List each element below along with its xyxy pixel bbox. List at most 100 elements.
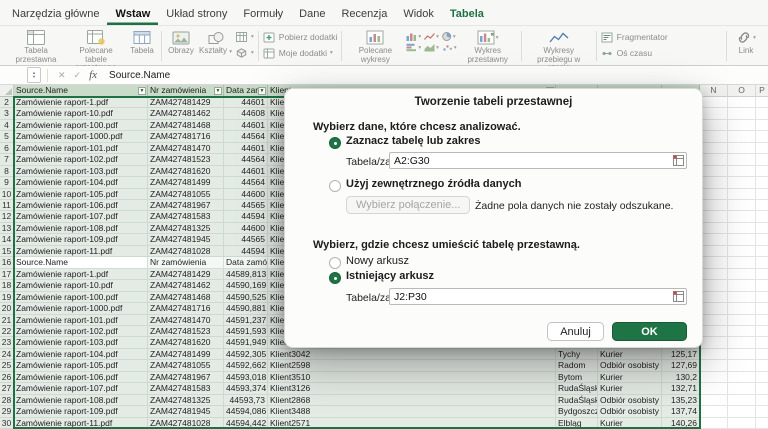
row-header[interactable]: 9 bbox=[0, 177, 14, 188]
cell[interactable] bbox=[728, 211, 756, 222]
row-header[interactable]: 13 bbox=[0, 223, 14, 234]
row-header[interactable]: 24 bbox=[0, 349, 14, 360]
cell[interactable]: Data zamówi bbox=[224, 257, 268, 268]
row-header[interactable]: 5 bbox=[0, 131, 14, 142]
cell[interactable] bbox=[728, 326, 756, 337]
choose-connection-button[interactable]: Wybierz połączenie... bbox=[346, 196, 470, 214]
timeline-button[interactable]: Oś czasu bbox=[601, 47, 668, 59]
cell[interactable] bbox=[728, 166, 756, 177]
cell[interactable] bbox=[700, 280, 728, 291]
row-header[interactable]: 27 bbox=[0, 383, 14, 394]
cell[interactable]: Zamówienie raport-10.pdf bbox=[14, 108, 148, 119]
cell[interactable]: ZAM427481523 bbox=[148, 326, 224, 337]
cell[interactable]: Odbiór osobisty bbox=[598, 360, 662, 371]
cell[interactable]: Zamówienie raport-102.pdf bbox=[14, 326, 148, 337]
cell[interactable] bbox=[728, 269, 756, 280]
cell[interactable]: Zamówienie raport-108.pdf bbox=[14, 223, 148, 234]
cell[interactable]: 44589,813 bbox=[224, 269, 268, 280]
cell[interactable] bbox=[700, 337, 728, 348]
radio-external-source[interactable] bbox=[329, 180, 341, 192]
cell[interactable] bbox=[756, 97, 768, 108]
cell[interactable]: Klient3510 bbox=[268, 372, 556, 383]
cell[interactable]: 44601 bbox=[224, 166, 268, 177]
cell[interactable] bbox=[700, 303, 728, 314]
cell[interactable] bbox=[756, 223, 768, 234]
cell[interactable]: Bytom bbox=[556, 372, 598, 383]
row-header[interactable]: 21 bbox=[0, 315, 14, 326]
cell[interactable]: 44601 bbox=[224, 120, 268, 131]
cell[interactable] bbox=[756, 269, 768, 280]
cell[interactable]: ZAM427481055 bbox=[148, 189, 224, 200]
cell[interactable]: ZAM427481468 bbox=[148, 292, 224, 303]
cell[interactable]: ZAM427481499 bbox=[148, 349, 224, 360]
cell[interactable]: 44591,949 bbox=[224, 337, 268, 348]
cell[interactable]: ZAM427481523 bbox=[148, 154, 224, 165]
row-header[interactable]: 22 bbox=[0, 326, 14, 337]
cell[interactable]: Zamówienie raport-101.pdf bbox=[14, 143, 148, 154]
cell[interactable] bbox=[756, 315, 768, 326]
area-chart-button[interactable]: ▾ bbox=[424, 43, 439, 52]
cell[interactable] bbox=[728, 360, 756, 371]
icons-button[interactable]: ▾ bbox=[235, 31, 254, 43]
filter-button[interactable]: ▼ bbox=[214, 87, 222, 95]
cell[interactable]: Radom bbox=[556, 360, 598, 371]
table-button[interactable]: Tabela bbox=[127, 28, 157, 57]
cell[interactable] bbox=[728, 383, 756, 394]
cell[interactable]: Zamówienie raport-11.pdf bbox=[14, 246, 148, 257]
cell[interactable]: Zamówienie raport-102.pdf bbox=[14, 154, 148, 165]
cell[interactable]: 44601 bbox=[224, 97, 268, 108]
cell[interactable] bbox=[756, 349, 768, 360]
pivot-table-button[interactable]: Tabela przestawna bbox=[7, 28, 65, 65]
cell[interactable] bbox=[700, 269, 728, 280]
cell[interactable]: ZAM427481945 bbox=[148, 234, 224, 245]
cell[interactable]: 132,71 bbox=[662, 383, 700, 394]
cell[interactable] bbox=[700, 131, 728, 142]
cell[interactable]: Klient3126 bbox=[268, 383, 556, 394]
cell[interactable]: ZAM427481620 bbox=[148, 166, 224, 177]
cell[interactable] bbox=[700, 200, 728, 211]
pie-chart-button[interactable]: ▾ bbox=[442, 32, 457, 41]
cell[interactable]: Zamówienie raport-1.pdf bbox=[14, 269, 148, 280]
cell[interactable]: Klient3042 bbox=[268, 349, 556, 360]
cell[interactable]: ZAM427481028 bbox=[148, 246, 224, 257]
3d-models-button[interactable]: ▾ bbox=[235, 47, 254, 59]
cell[interactable]: 44590,525 bbox=[224, 292, 268, 303]
cell[interactable]: Source.Name bbox=[14, 257, 148, 268]
cell[interactable] bbox=[756, 337, 768, 348]
cell[interactable] bbox=[756, 418, 768, 429]
cell[interactable]: 127,69 bbox=[662, 360, 700, 371]
ok-button[interactable]: OK bbox=[612, 322, 687, 341]
cell[interactable] bbox=[728, 246, 756, 257]
cell[interactable] bbox=[728, 154, 756, 165]
cell[interactable]: Zamówienie raport-1000.pdf bbox=[14, 131, 148, 142]
shapes-button[interactable]: Kształty ▾ bbox=[198, 28, 233, 57]
cell[interactable] bbox=[700, 315, 728, 326]
cell[interactable]: Zamówienie raport-100.pdf bbox=[14, 120, 148, 131]
cell[interactable]: ZAM427481325 bbox=[148, 395, 224, 406]
cell[interactable] bbox=[728, 280, 756, 291]
cell[interactable] bbox=[700, 395, 728, 406]
scatter-chart-button[interactable]: ▾ bbox=[442, 43, 457, 52]
cell[interactable] bbox=[700, 120, 728, 131]
bar-chart-button[interactable]: ▾ bbox=[406, 43, 421, 52]
row-header[interactable]: 29 bbox=[0, 406, 14, 417]
cell[interactable]: Zamówienie raport-105.pdf bbox=[14, 189, 148, 200]
cell[interactable] bbox=[700, 349, 728, 360]
cell[interactable] bbox=[756, 108, 768, 119]
radio-select-table-range[interactable] bbox=[329, 137, 341, 149]
column-header-letter[interactable]: O bbox=[728, 85, 756, 97]
cell[interactable] bbox=[756, 200, 768, 211]
cell[interactable]: Bydgoszcz bbox=[556, 406, 598, 417]
cell[interactable] bbox=[700, 257, 728, 268]
select-all-corner[interactable] bbox=[0, 85, 14, 97]
table-range-input-1[interactable] bbox=[390, 153, 674, 168]
row-header[interactable]: 18 bbox=[0, 280, 14, 291]
cell[interactable] bbox=[756, 360, 768, 371]
cell[interactable]: 44593,374 bbox=[224, 383, 268, 394]
cell[interactable]: Zamówienie raport-104.pdf bbox=[14, 349, 148, 360]
cell[interactable]: ZAM427481470 bbox=[148, 143, 224, 154]
cell[interactable]: 44593,73 bbox=[224, 395, 268, 406]
cell[interactable] bbox=[756, 143, 768, 154]
cell[interactable] bbox=[728, 418, 756, 429]
cell[interactable]: ZAM427481620 bbox=[148, 337, 224, 348]
